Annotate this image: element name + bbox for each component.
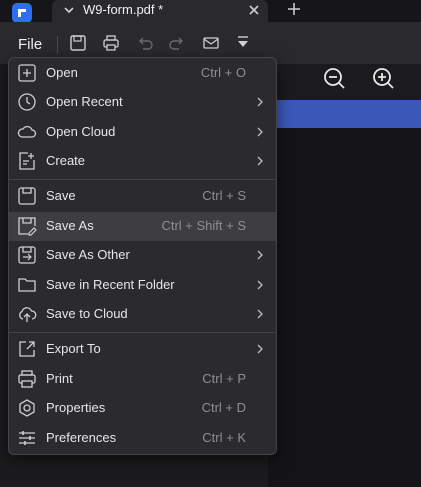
menu-item-shortcut: Ctrl + O xyxy=(200,65,246,80)
menu-item-open[interactable]: Open Ctrl + O xyxy=(9,59,276,88)
menu-item-save-to-cloud[interactable]: Save to Cloud xyxy=(9,300,276,329)
chevron-right-icon xyxy=(257,280,263,290)
zoom-out-icon[interactable] xyxy=(322,66,346,90)
menu-divider xyxy=(9,332,276,333)
menu-item-shortcut: Ctrl + P xyxy=(202,371,246,386)
document-page-area xyxy=(268,128,421,487)
chevron-right-icon xyxy=(257,344,263,354)
menu-item-label: Open xyxy=(46,65,78,80)
menu-item-print[interactable]: Print Ctrl + P xyxy=(9,365,276,394)
menu-item-properties[interactable]: Properties Ctrl + D xyxy=(9,394,276,423)
menu-item-shortcut: Ctrl + S xyxy=(202,188,246,203)
menu-item-save-as-other[interactable]: Save As Other xyxy=(9,241,276,270)
save-icon[interactable] xyxy=(69,34,87,52)
create-document-icon xyxy=(19,152,35,170)
close-icon[interactable] xyxy=(247,3,261,17)
save-icon xyxy=(18,187,36,205)
menu-item-open-recent[interactable]: Open Recent xyxy=(9,88,276,117)
save-as-icon xyxy=(18,217,37,236)
menu-item-label: Properties xyxy=(46,400,106,415)
document-page-header xyxy=(260,100,421,128)
menu-item-save-as[interactable]: Save As Ctrl + Shift + S xyxy=(9,212,276,241)
menu-divider xyxy=(9,179,276,180)
open-plus-icon xyxy=(18,64,36,82)
menu-item-label: Save to Cloud xyxy=(46,306,128,321)
menu-item-export-to[interactable]: Export To xyxy=(9,335,276,364)
file-menu: Open Ctrl + O Open Recent Open Cloud Cre… xyxy=(8,57,277,455)
title-bar: W9-form.pdf * xyxy=(0,0,421,23)
cloud-icon xyxy=(17,125,37,138)
menu-item-save[interactable]: Save Ctrl + S xyxy=(9,182,276,211)
folder-icon xyxy=(18,278,36,292)
export-icon xyxy=(19,341,35,357)
chevron-right-icon xyxy=(257,156,263,166)
save-as-other-icon xyxy=(18,246,36,264)
more-dropdown-icon[interactable] xyxy=(235,34,251,52)
menu-item-shortcut: Ctrl + D xyxy=(201,400,246,415)
menu-item-preferences[interactable]: Preferences Ctrl + K xyxy=(9,424,276,453)
chevron-right-icon xyxy=(257,309,263,319)
menu-item-label: Save As Other xyxy=(46,247,130,262)
redo-icon[interactable] xyxy=(168,34,186,52)
email-icon[interactable] xyxy=(202,34,220,52)
app-logo-icon xyxy=(12,3,32,23)
chevron-right-icon xyxy=(257,127,263,137)
chevron-right-icon xyxy=(257,250,263,260)
new-tab-plus-icon[interactable] xyxy=(286,1,302,17)
toolbar-divider xyxy=(57,36,58,54)
properties-hexagon-icon xyxy=(19,399,35,417)
menu-item-save-in-recent-folder[interactable]: Save in Recent Folder xyxy=(9,271,276,300)
menu-item-label: Export To xyxy=(46,341,101,356)
menu-item-label: Save in Recent Folder xyxy=(46,277,175,292)
menu-item-create[interactable]: Create xyxy=(9,147,276,176)
file-menu-button[interactable]: File xyxy=(18,36,42,53)
menu-item-label: Print xyxy=(46,371,73,386)
chevron-right-icon xyxy=(257,97,263,107)
print-icon xyxy=(18,370,36,388)
menu-item-label: Save As xyxy=(46,218,94,233)
undo-icon[interactable] xyxy=(136,34,154,52)
chevron-down-icon[interactable] xyxy=(62,3,76,17)
tab-title: W9-form.pdf * xyxy=(83,2,164,17)
zoom-in-icon[interactable] xyxy=(371,66,395,90)
menu-item-label: Save xyxy=(46,188,76,203)
menu-item-label: Open Recent xyxy=(46,94,123,109)
menu-item-label: Preferences xyxy=(46,430,117,445)
menu-item-open-cloud[interactable]: Open Cloud xyxy=(9,118,276,147)
print-icon[interactable] xyxy=(102,34,120,52)
sliders-icon xyxy=(19,431,35,445)
menu-item-label: Open Cloud xyxy=(46,124,116,139)
cloud-upload-icon xyxy=(19,307,37,322)
clock-icon xyxy=(18,93,36,111)
menu-item-shortcut: Ctrl + K xyxy=(202,430,246,445)
menu-item-shortcut: Ctrl + Shift + S xyxy=(161,218,246,233)
menu-item-label: Create xyxy=(46,153,86,168)
document-tab[interactable]: W9-form.pdf * xyxy=(52,0,268,22)
